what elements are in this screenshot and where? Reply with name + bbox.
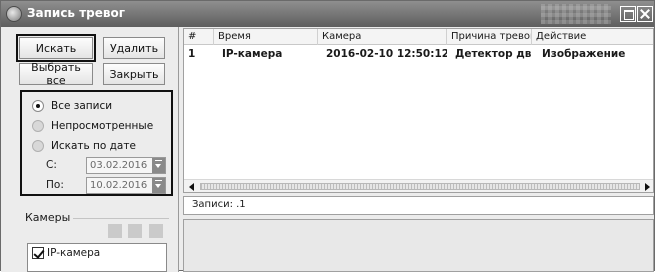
close-button[interactable]: Закрыть <box>103 63 165 85</box>
records-count: Записи: .1 <box>192 199 246 210</box>
camera-tool-button[interactable] <box>108 224 122 238</box>
title-bar: Запись тревог <box>1 1 654 27</box>
date-from-label: С: <box>46 159 57 171</box>
delete-button[interactable]: Удалить <box>103 37 165 59</box>
table-cell: Изображение <box>542 48 626 60</box>
radio-label: Искать по дате <box>51 140 136 152</box>
radio-all-records[interactable]: Все записи <box>32 98 112 114</box>
maximize-button[interactable] <box>620 6 636 22</box>
alarm-records-window: Запись тревог Искать Удалить Выбрать все… <box>0 0 655 272</box>
radio-disabled-icon[interactable] <box>32 140 44 152</box>
date-from-field[interactable]: 03.02.2016 <box>86 156 166 174</box>
title-decoration <box>541 4 611 24</box>
camera-list: IP-камера <box>27 243 167 272</box>
date-to-value: 10.02.2016 <box>90 179 148 191</box>
date-to-field[interactable]: 10.02.2016 <box>86 176 166 194</box>
date-dropdown-icon[interactable] <box>152 157 165 173</box>
column-header-action[interactable]: Действие <box>532 29 653 45</box>
radio-search-by-date[interactable]: Искать по дате <box>32 138 136 154</box>
table-cell: Детектор дв... <box>455 48 532 60</box>
alarm-table: # Время Камера Причина тревоги Действие … <box>183 28 654 193</box>
date-to-label: По: <box>46 179 64 191</box>
table-row[interactable]: 1 IP-камера 2016-02-10 12:50:12 Детектор… <box>184 46 653 62</box>
horizontal-scrollbar[interactable] <box>184 179 653 192</box>
cameras-title: Камеры <box>25 211 71 224</box>
radio-unviewed[interactable]: Непросмотренные <box>32 118 153 134</box>
date-from-value: 03.02.2016 <box>90 159 148 171</box>
camera-label: IP-камера <box>47 247 101 259</box>
date-from-row: С: 03.02.2016 <box>46 156 166 174</box>
radio-disabled-icon[interactable] <box>32 120 44 132</box>
select-all-button[interactable]: Выбрать все <box>19 61 93 87</box>
search-button[interactable]: Искать <box>16 34 96 62</box>
scroll-right-icon[interactable] <box>645 183 650 191</box>
table-cell: IP-камера <box>222 48 283 60</box>
column-header-reason[interactable]: Причина тревоги <box>447 29 532 45</box>
close-window-button[interactable] <box>637 6 653 22</box>
column-header-camera[interactable]: Камера <box>318 29 447 45</box>
camera-tool-button[interactable] <box>149 224 163 238</box>
scrollbar-thumb[interactable] <box>200 183 640 190</box>
camera-tool-button[interactable] <box>128 224 142 238</box>
filter-group: Все записи Непросмотренные Искать по дат… <box>20 90 173 196</box>
cameras-divider <box>73 218 169 219</box>
scroll-left-icon[interactable] <box>189 183 194 191</box>
radio-label: Все записи <box>51 100 113 112</box>
radio-label: Непросмотренные <box>51 120 154 132</box>
table-cell: 2016-02-10 12:50:12 <box>326 48 447 60</box>
date-to-row: По: 10.02.2016 <box>46 176 166 194</box>
column-header-number[interactable]: # <box>184 29 214 45</box>
preview-panel <box>183 219 654 272</box>
camera-list-item[interactable]: IP-камера <box>32 247 100 259</box>
left-panel: Искать Удалить Выбрать все Закрыть Все з… <box>1 27 179 272</box>
radio-checked-icon[interactable] <box>32 100 44 112</box>
table-header: # Время Камера Причина тревоги Действие <box>184 29 653 45</box>
checkbox-checked-icon[interactable] <box>32 247 44 259</box>
status-bar: Записи: .1 <box>183 196 654 215</box>
date-dropdown-icon[interactable] <box>152 177 165 193</box>
window-title: Запись тревог <box>27 6 125 20</box>
column-header-time[interactable]: Время <box>214 29 318 45</box>
app-icon <box>6 6 22 22</box>
table-cell: 1 <box>188 48 196 60</box>
